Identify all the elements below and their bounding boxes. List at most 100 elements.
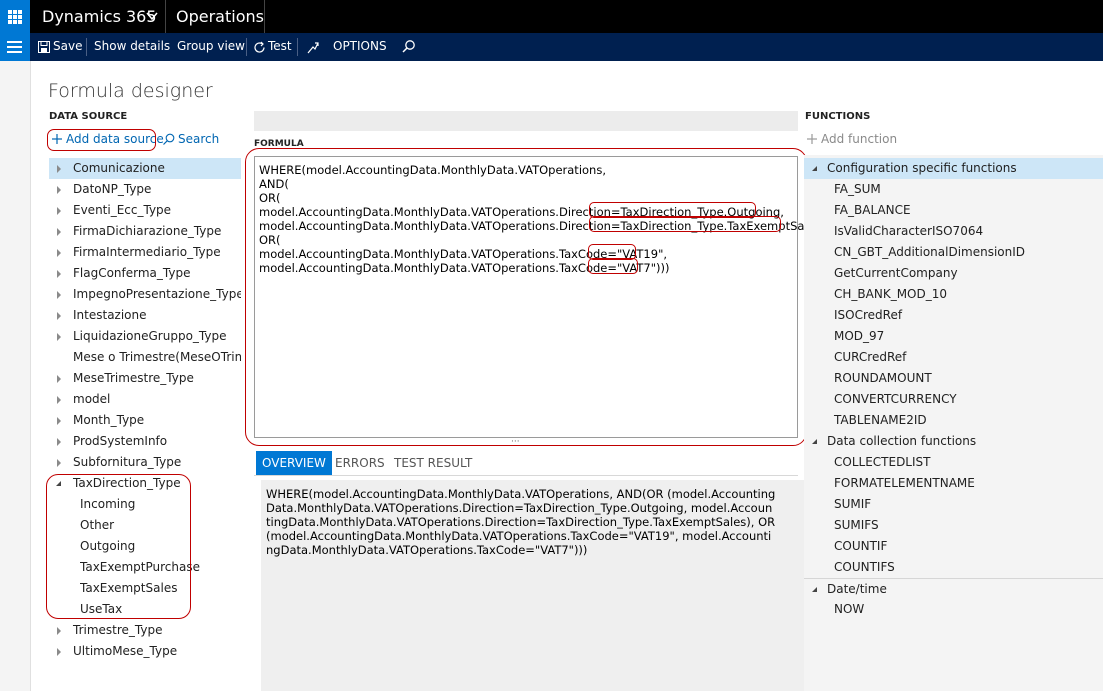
expand-icon[interactable]: [57, 375, 61, 383]
waffle-icon: [8, 10, 22, 24]
search-icon[interactable]: [401, 39, 416, 54]
expand-icon[interactable]: [57, 438, 61, 446]
tree-item-comunicazione[interactable]: Comunicazione: [49, 158, 241, 179]
tree-item[interactable]: Eventi_Ecc_Type: [49, 200, 241, 221]
divider: [264, 0, 265, 33]
divider: [246, 38, 247, 56]
function-group-date-time[interactable]: Date/time: [804, 578, 1103, 600]
expand-icon[interactable]: [57, 627, 61, 635]
expand-icon[interactable]: [57, 228, 61, 236]
options-button[interactable]: OPTIONS: [333, 39, 387, 53]
tree-item[interactable]: Trimestre_Type: [49, 620, 241, 641]
tree-item[interactable]: MeseTrimestre_Type: [49, 368, 241, 389]
divider: [86, 38, 87, 56]
expand-icon[interactable]: [57, 291, 61, 299]
action-bar: Save Show details Group view Test OPTION…: [0, 33, 1103, 61]
page-title: Formula designer: [48, 80, 213, 102]
function-item[interactable]: SUMIFS: [834, 515, 879, 536]
tree-item[interactable]: ProdSystemInfo: [49, 431, 241, 452]
function-item[interactable]: NOW: [834, 599, 864, 620]
tree-item[interactable]: Subfornitura_Type: [49, 452, 241, 473]
function-group-configuration[interactable]: Configuration specific functions: [804, 158, 1103, 179]
annotation-highlight: [588, 258, 638, 274]
tab-overview[interactable]: OVERVIEW: [256, 451, 332, 475]
collapse-icon[interactable]: [812, 439, 817, 444]
expand-icon[interactable]: [57, 396, 61, 404]
expand-icon[interactable]: [57, 312, 61, 320]
function-item[interactable]: GetCurrentCompany: [834, 263, 958, 284]
function-group-data-collection[interactable]: Data collection functions: [804, 431, 1103, 452]
chevron-down-icon[interactable]: [145, 9, 159, 23]
top-navigation-bar: Dynamics 365 Operations: [0, 0, 1103, 33]
annotation-highlight: [46, 474, 191, 619]
test-button[interactable]: Test: [268, 39, 292, 53]
function-item[interactable]: SUMIF: [834, 494, 871, 515]
overview-panel: WHERE(model.AccountingData.MonthlyData.V…: [261, 480, 804, 691]
tree-item[interactable]: FirmaDichiarazione_Type: [49, 221, 241, 242]
function-item[interactable]: FA_SUM: [834, 179, 881, 200]
expand-icon[interactable]: [57, 270, 61, 278]
hamburger-icon: [7, 41, 22, 43]
function-item[interactable]: CN_GBT_AdditionalDimensionID: [834, 242, 1025, 263]
tree-item[interactable]: LiquidazioneGruppo_Type: [49, 326, 241, 347]
left-rail: [0, 61, 31, 691]
options-icon: [307, 42, 319, 54]
annotation-highlight: [47, 129, 156, 151]
function-item[interactable]: CH_BANK_MOD_10: [834, 284, 947, 305]
tree-item[interactable]: FlagConferma_Type: [49, 263, 241, 284]
function-item[interactable]: COUNTIFS: [834, 557, 895, 578]
function-item[interactable]: ISOCredRef: [834, 305, 902, 326]
tree-item[interactable]: Intestazione: [49, 305, 241, 326]
group-view-button[interactable]: Group view: [177, 39, 245, 53]
search-label: Search: [178, 132, 220, 146]
function-item[interactable]: IsValidCharacterISO7064: [834, 221, 983, 242]
expand-icon[interactable]: [57, 186, 61, 194]
expand-icon[interactable]: [57, 333, 61, 341]
expand-icon[interactable]: [57, 417, 61, 425]
overview-text: WHERE(model.AccountingData.MonthlyData.V…: [266, 487, 776, 557]
divider: [297, 38, 298, 56]
show-details-button[interactable]: Show details: [94, 39, 170, 53]
module-title[interactable]: Operations: [176, 7, 264, 26]
functions-heading: FUNCTIONS: [805, 111, 871, 122]
navigation-menu-button[interactable]: [0, 33, 30, 61]
function-item[interactable]: MOD_97: [834, 326, 884, 347]
tree-item[interactable]: model: [49, 389, 241, 410]
divider: [254, 475, 798, 476]
function-item[interactable]: CURCredRef: [834, 347, 906, 368]
save-icon: [38, 41, 50, 53]
expand-icon[interactable]: [57, 207, 61, 215]
collapse-icon[interactable]: [812, 587, 817, 592]
add-function-button[interactable]: Add function: [805, 131, 905, 149]
function-item[interactable]: TABLENAME2ID: [834, 410, 927, 431]
tree-item[interactable]: ImpegnoPresentazione_Type: [49, 284, 241, 305]
brand-title[interactable]: Dynamics 365: [42, 7, 157, 26]
expand-icon[interactable]: [57, 249, 61, 257]
function-item[interactable]: FORMATELEMENTNAME: [834, 473, 975, 494]
search-data-source-button[interactable]: Search: [162, 131, 222, 149]
expand-icon[interactable]: [57, 165, 61, 173]
function-item[interactable]: ROUNDAMOUNT: [834, 368, 932, 389]
save-button[interactable]: Save: [53, 39, 82, 53]
divider: [165, 0, 166, 33]
tree-item[interactable]: UltimoMese_Type: [49, 641, 241, 662]
data-source-heading: DATA SOURCE: [49, 111, 128, 122]
collapse-icon[interactable]: [812, 166, 817, 171]
tab-test-result[interactable]: TEST RESULT: [388, 451, 478, 475]
app-launcher-button[interactable]: [0, 0, 30, 33]
refresh-icon: [254, 41, 265, 53]
tree-item[interactable]: Mese o Trimestre(MeseOTrimes: [49, 347, 241, 368]
function-item[interactable]: COLLECTEDLIST: [834, 452, 930, 473]
function-item[interactable]: COUNTIF: [834, 536, 887, 557]
expand-icon[interactable]: [57, 459, 61, 467]
function-item[interactable]: CONVERTCURRENCY: [834, 389, 957, 410]
tree-item[interactable]: Month_Type: [49, 410, 241, 431]
annotation-highlight: [245, 148, 807, 446]
tree-item[interactable]: FirmaIntermediario_Type: [49, 242, 241, 263]
function-item[interactable]: FA_BALANCE: [834, 200, 911, 221]
tree-item[interactable]: DatoNP_Type: [49, 179, 241, 200]
expand-icon[interactable]: [57, 648, 61, 656]
tab-errors[interactable]: ERRORS: [329, 451, 391, 475]
plus-icon: [807, 134, 817, 144]
annotation-highlight: [589, 216, 781, 232]
